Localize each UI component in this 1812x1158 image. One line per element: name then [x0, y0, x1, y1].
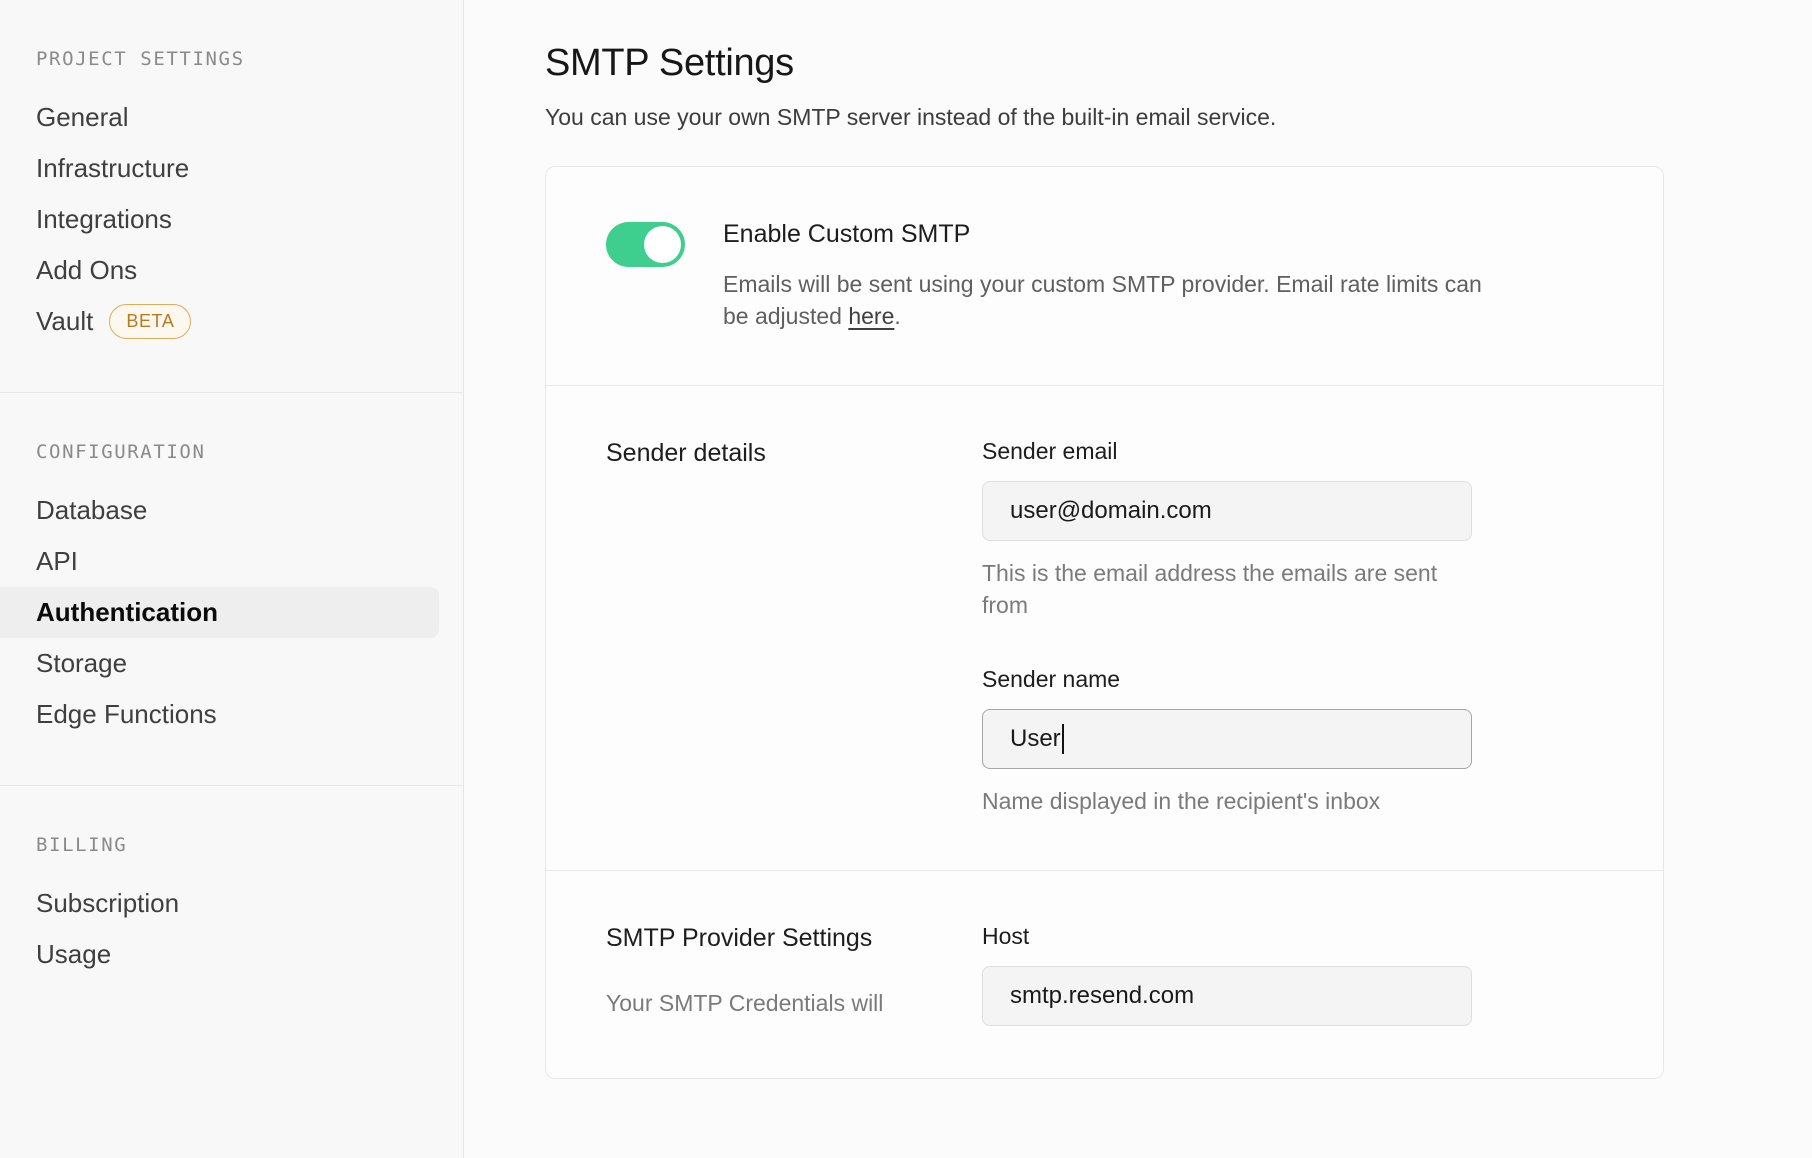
sidebar-item-label: Usage [36, 939, 112, 969]
nav-group-project-settings: PROJECT SETTINGS General Infrastructure … [0, 0, 463, 347]
sidebar-item-label: Authentication [36, 597, 218, 627]
page-title: SMTP Settings [545, 42, 794, 84]
sender-name-label: Sender name [982, 666, 1121, 693]
host-field-group: Host smtp.resend.com [982, 923, 1472, 1026]
sidebar-item-add-ons[interactable]: Add Ons [0, 245, 439, 296]
sender-email-field-group: Sender email user@domain.com This is the… [982, 438, 1472, 622]
sidebar-item-authentication[interactable]: Authentication [0, 587, 439, 638]
sidebar-item-general[interactable]: General [0, 92, 439, 143]
app-root: PROJECT SETTINGS General Infrastructure … [0, 0, 1812, 1158]
sidebar-item-label: Vault [36, 306, 94, 336]
text-cursor [1061, 724, 1064, 755]
sidebar-item-integrations[interactable]: Integrations [0, 194, 439, 245]
host-input[interactable]: smtp.resend.com [982, 965, 1472, 1026]
smtp-provider-settings-sub: Your SMTP Credentials will [606, 990, 884, 1017]
sidebar-item-usage[interactable]: Usage [0, 929, 439, 980]
smtp-provider-settings-section: SMTP Provider Settings Your SMTP Credent… [546, 871, 1663, 1078]
sender-details-label-col: Sender details [606, 438, 982, 818]
nav-group-billing: BILLING Subscription Usage [0, 786, 463, 980]
enable-custom-smtp-label: Enable Custom SMTP [723, 219, 971, 248]
sidebar-item-label: Infrastructure [36, 153, 190, 183]
sidebar-item-vault[interactable]: Vault BETA [0, 296, 439, 347]
provider-settings-fields-col: Host smtp.resend.com [982, 923, 1472, 1026]
sender-details-section: Sender details Sender email user@domain.… [546, 386, 1663, 870]
nav-group-configuration: CONFIGURATION Database API Authenticatio… [0, 393, 463, 740]
sender-details-fields-col: Sender email user@domain.com This is the… [982, 438, 1472, 818]
sidebar-item-label: Subscription [36, 888, 180, 918]
sidebar-item-label: API [36, 546, 78, 576]
sidebar-item-label: Storage [36, 648, 128, 678]
beta-badge: BETA [109, 304, 192, 339]
description-text-before-link: Emails will be sent using your custom SM… [723, 270, 1482, 330]
main-content: SMTP Settings You can use your own SMTP … [464, 0, 1812, 1158]
enable-custom-smtp-toggle[interactable] [606, 221, 685, 267]
nav-group-title-project-settings: PROJECT SETTINGS [36, 48, 245, 70]
rate-limits-here-link[interactable]: here [848, 303, 894, 329]
page-header: SMTP Settings You can use your own SMTP … [464, 40, 1812, 131]
sidebar-item-storage[interactable]: Storage [0, 638, 439, 689]
smtp-settings-card: Enable Custom SMTP Emails will be sent u… [545, 165, 1664, 1079]
sender-email-help: This is the email address the emails are… [982, 559, 1438, 619]
toggle-knob [644, 225, 681, 263]
smtp-provider-settings-heading: SMTP Provider Settings [606, 923, 873, 952]
sidebar-item-api[interactable]: API [0, 536, 439, 587]
description-text-after-link: . [894, 303, 901, 330]
sender-name-field-group: Sender name User Name displayed in the r… [982, 666, 1472, 818]
nav-group-title-billing: BILLING [36, 834, 128, 856]
sidebar-item-label: Database [36, 495, 148, 525]
enable-custom-smtp-section: Enable Custom SMTP Emails will be sent u… [546, 167, 1663, 385]
sender-name-value: User [1010, 725, 1061, 753]
sender-email-input[interactable]: user@domain.com [982, 480, 1472, 541]
sender-details-heading: Sender details [606, 438, 766, 467]
sender-email-value: user@domain.com [1010, 496, 1212, 524]
sidebar-item-label: Edge Functions [36, 699, 217, 729]
sidebar-item-label: General [36, 102, 129, 132]
sidebar-item-edge-functions[interactable]: Edge Functions [0, 689, 439, 740]
host-value: smtp.resend.com [1010, 981, 1195, 1009]
host-label: Host [982, 922, 1030, 949]
nav-group-title-configuration: CONFIGURATION [36, 441, 206, 463]
enable-custom-smtp-description: Emails will be sent using your custom SM… [723, 268, 1483, 333]
sidebar-item-subscription[interactable]: Subscription [0, 878, 439, 929]
sender-name-input[interactable]: User [982, 709, 1472, 770]
sender-email-label: Sender email [982, 437, 1118, 464]
sidebar-item-infrastructure[interactable]: Infrastructure [0, 143, 439, 194]
sidebar-item-label: Integrations [36, 204, 172, 234]
provider-settings-label-col: SMTP Provider Settings Your SMTP Credent… [606, 923, 982, 1026]
settings-sidebar: PROJECT SETTINGS General Infrastructure … [0, 0, 464, 1158]
page-subtitle: You can use your own SMTP server instead… [545, 103, 1277, 130]
sidebar-item-database[interactable]: Database [0, 485, 439, 536]
sidebar-item-label: Add Ons [36, 255, 138, 285]
sender-name-help: Name displayed in the recipient's inbox [982, 788, 1381, 815]
